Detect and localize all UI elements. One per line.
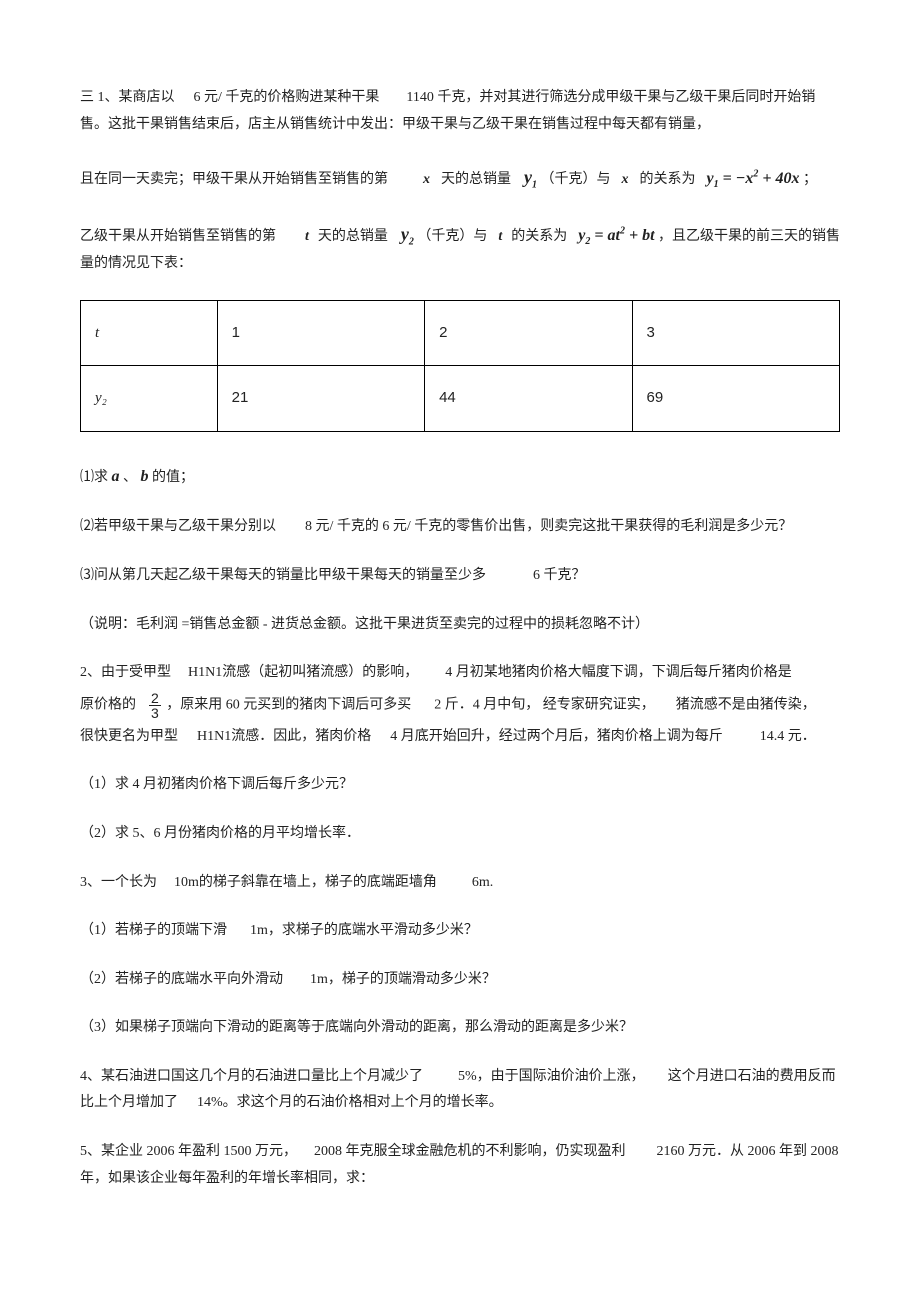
text: ； [803,172,817,187]
cell: 44 [425,366,632,432]
text: ⑴求 [80,470,108,485]
var-y2: y2 [401,224,414,244]
text: 6m. [472,875,493,890]
cell: 21 [217,366,424,432]
text: H1N1流感．因此，猪肉价格 [197,729,371,744]
document-page: 三 1、某商店以 6 元/ 千克的价格购进某种干果 1140 千克，并对其进行筛… [0,0,920,1254]
text: ，原来用 60 元买到的猪肉下调后可多买 [166,697,411,712]
problem-4: 4、某石油进口国这几个月的石油进口量比上个月减少了 5%，由于国际油价油价上涨，… [80,1064,840,1117]
text: ⑶问从第几天起乙级干果每天的销量比甲级干果每天的销量至少多 [80,568,486,583]
problem-1-q1: ⑴求 a 、 b 的值； [80,462,840,492]
text: 1m，求梯子的底端水平滑动多少米？ [250,923,478,938]
text: 猪流感不是由猪传染， [676,697,816,712]
text: 的值； [152,470,194,485]
var-a: a [112,468,120,485]
var-y1: y1 [524,167,537,187]
text: 5、某企业 2006 年盈利 1500 万元， [80,1144,297,1159]
problem-3-q2: （2）若梯子的底端水平向外滑动 1m，梯子的顶端滑动多少米？ [80,967,840,994]
text: 10m的梯子斜靠在墙上，梯子的底端距墙角 [174,875,437,890]
text: 1140 千克，并对其进行筛选分成甲级干果与乙级干果后同时开始销售。这批干果销售… [80,90,815,132]
text: 三 1、某商店以 [80,90,175,105]
text: H1N1流感（起初叫猪流感）的影响， [188,665,418,680]
problem-2-line3: 很快更名为甲型 H1N1流感．因此，猪肉价格 4 月底开始回升，经过两个月后，猪… [80,724,840,751]
table-row: t 1 2 3 [81,300,840,366]
problem-2-q2: （2）求 5、6 月份猪肉价格的月平均增长率． [80,821,840,848]
cell: 3 [632,300,839,366]
text: 且在同一天卖完；甲级干果从开始销售至销售的第 [80,172,388,187]
text: 2 斤．4 月中旬， 经专家研究证实， [434,697,655,712]
problem-5: 5、某企业 2006 年盈利 1500 万元， 2008 年克服全球金融危机的不… [80,1139,840,1192]
problem-1-q2: ⑵若甲级干果与乙级干果分别以 8 元/ 千克的 6 元/ 千克的零售价出售，则卖… [80,514,840,541]
text: （2）若梯子的底端水平向外滑动 [80,972,283,987]
cell-y2-header: y₂ [81,366,218,432]
cell: 1 [217,300,424,366]
text: 、 [123,470,137,485]
var-t: t [305,229,309,244]
text: 原价格的 [80,697,136,712]
text: 5%，由于国际油价油价上涨， [458,1069,645,1084]
var-x: x [423,172,430,187]
cell: 2 [425,300,632,366]
var-b: b [141,468,149,485]
text: （千克）与 [417,229,487,244]
text: 天的总销量 [441,172,511,187]
text: ⑵若甲级干果与乙级干果分别以 [80,519,276,534]
problem-1-note: （说明：毛利润 =销售总金额 - 进货总金额。这批干果进货至卖完的过程中的损耗忽… [80,612,840,639]
text: （千克）与 [541,172,611,187]
var-t: t [498,229,502,244]
problem-1-intro-line1: 三 1、某商店以 6 元/ 千克的价格购进某种干果 1140 千克，并对其进行筛… [80,85,840,138]
problem-1-intro-line3: 乙级干果从开始销售至销售的第 t 天的总销量 y2 （千克）与 t 的关系为 y… [80,217,840,278]
equation-y2: y2 = at2 + bt [578,227,654,244]
text: 4 月底开始回升，经过两个月后，猪肉价格上调为每斤 [390,729,723,744]
text: 4、某石油进口国这几个月的石油进口量比上个月减少了 [80,1069,423,1084]
fraction-two-thirds: 2 3 [147,691,163,720]
problem-3-q3: （3）如果梯子顶端向下滑动的距离等于底端向外滑动的距离，那么滑动的距离是多少米？ [80,1015,840,1042]
text: 1m，梯子的顶端滑动多少米？ [310,972,496,987]
problem-2-line2: 原价格的 2 3 ，原来用 60 元买到的猪肉下调后可多买 2 斤．4 月中旬，… [80,691,840,720]
text: 的关系为 [640,172,696,187]
text: 很快更名为甲型 [80,729,178,744]
table-row: y₂ 21 44 69 [81,366,840,432]
text: （1）若梯子的顶端下滑 [80,923,227,938]
equation-y1: y1 = −x2 + 40x [707,170,800,187]
text: 乙级干果从开始销售至销售的第 [80,229,276,244]
text: 天的总销量 [318,229,388,244]
cell-t-header: t [81,300,218,366]
cell: 69 [632,366,839,432]
text: 2008 年克服全球金融危机的不利影响，仍实现盈利 [314,1144,626,1159]
text: 4 月初某地猪肉价格大幅度下调，下调后每斤猪肉价格是 [445,665,792,680]
text: 6 千克？ [533,568,586,583]
text: 14%。求这个月的石油价格相对上个月的增长率。 [197,1095,503,1110]
problem-2-line1: 2、由于受甲型 H1N1流感（起初叫猪流感）的影响， 4 月初某地猪肉价格大幅度… [80,660,840,687]
data-table: t 1 2 3 y₂ 21 44 69 [80,300,840,432]
var-x: x [622,172,629,187]
problem-1-q3: ⑶问从第几天起乙级干果每天的销量比甲级干果每天的销量至少多 6 千克？ [80,563,840,590]
text: 的关系为 [511,229,567,244]
problem-1-intro-line2: 且在同一天卖完；甲级干果从开始销售至销售的第 x 天的总销量 y1 （千克）与 … [80,160,840,195]
problem-3-line1: 3、一个长为 10m的梯子斜靠在墙上，梯子的底端距墙角 6m. [80,870,840,897]
text: 14.4 元． [760,729,816,744]
text: 2、由于受甲型 [80,665,171,680]
text: 3、一个长为 [80,875,157,890]
problem-2-q1: （1）求 4 月初猪肉价格下调后每斤多少元？ [80,772,840,799]
problem-3-q1: （1）若梯子的顶端下滑 1m，求梯子的底端水平滑动多少米？ [80,918,840,945]
text: 6 元/ 千克的价格购进某种干果 [194,90,380,105]
text: 8 元/ 千克的 6 元/ 千克的零售价出售，则卖完这批干果获得的毛利润是多少元… [305,519,792,534]
